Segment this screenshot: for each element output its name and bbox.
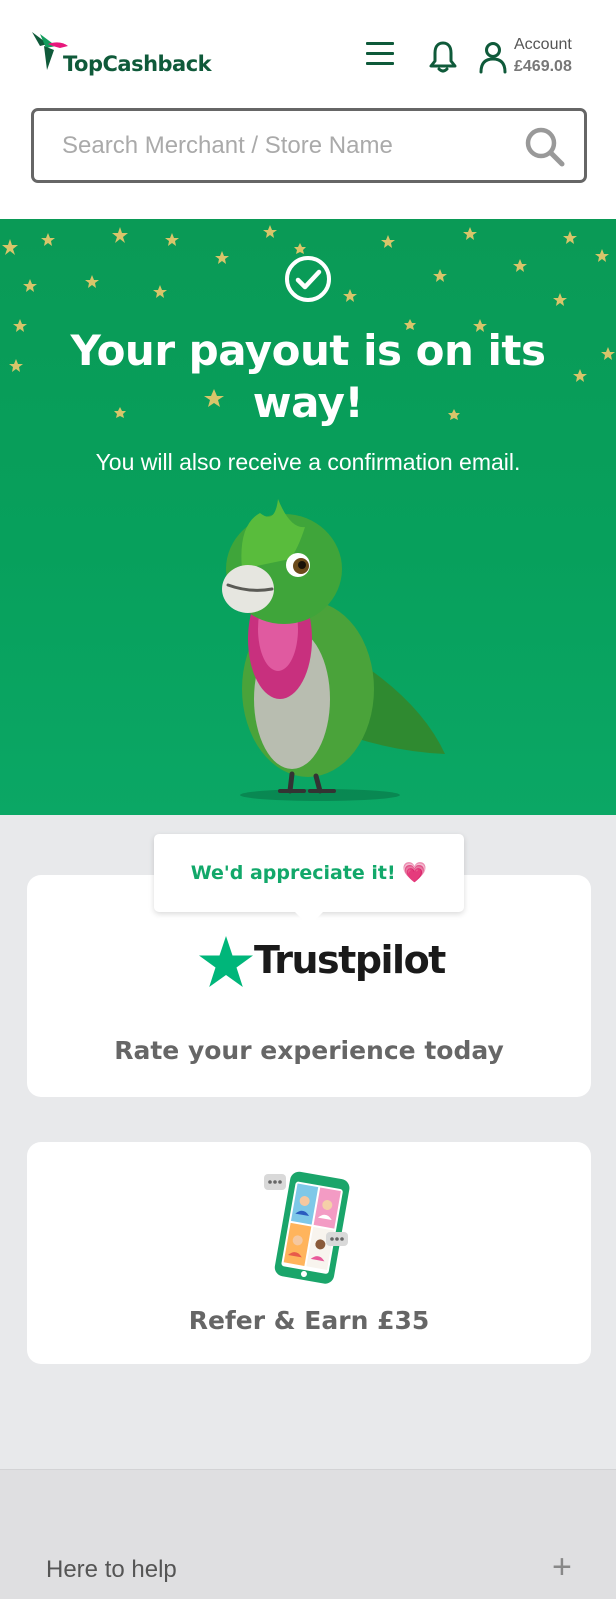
hummingbird-mascot-image xyxy=(222,499,445,801)
here-to-help-label: Here to help xyxy=(46,1556,177,1583)
menu-icon-bar xyxy=(366,62,394,65)
hero-subtitle: You will also receive a confirmation ema… xyxy=(95,449,521,475)
account-label: Account xyxy=(514,36,572,53)
account-button[interactable]: Account £469.08 xyxy=(478,36,588,80)
appreciation-tooltip: We'd appreciate it! 💗 xyxy=(154,834,464,926)
rate-experience-text[interactable]: Rate your experience today xyxy=(27,1036,591,1065)
refer-earn-text[interactable]: Refer & Earn £35 xyxy=(27,1306,591,1335)
trustpilot-logo[interactable]: Trustpilot xyxy=(198,934,446,990)
heart-icon: 💗 xyxy=(402,860,428,884)
logo-text: TopCashback xyxy=(63,52,212,76)
phone-video-call-illustration xyxy=(264,1171,350,1284)
search-input[interactable] xyxy=(62,129,502,163)
tooltip-label: We'd appreciate it! xyxy=(190,862,396,884)
expand-plus-icon[interactable]: + xyxy=(552,1548,572,1587)
tooltip-text: We'd appreciate it! 💗 xyxy=(154,860,464,884)
search-icon[interactable] xyxy=(523,125,567,169)
menu-icon-bar xyxy=(366,52,394,55)
bell-icon xyxy=(429,41,457,73)
topcashback-logo[interactable]: TopCashback xyxy=(30,30,212,80)
trustpilot-star-icon xyxy=(199,936,253,987)
user-icon xyxy=(479,42,507,74)
here-to-help-accordion[interactable]: Here to help + xyxy=(0,1548,616,1594)
account-balance: £469.08 xyxy=(514,58,572,75)
menu-button[interactable] xyxy=(366,42,400,72)
trustpilot-wordmark: Trustpilot xyxy=(254,938,446,982)
notifications-button[interactable] xyxy=(428,40,458,74)
search-bar xyxy=(31,108,587,183)
menu-icon-bar xyxy=(366,42,394,45)
site-header: TopCashback Account £469.08 xyxy=(0,0,616,219)
hero-title: Your payout is on its way! xyxy=(70,326,546,427)
check-circle-icon xyxy=(285,256,331,302)
payout-hero: Your payout is on its way! You will also… xyxy=(0,219,616,815)
